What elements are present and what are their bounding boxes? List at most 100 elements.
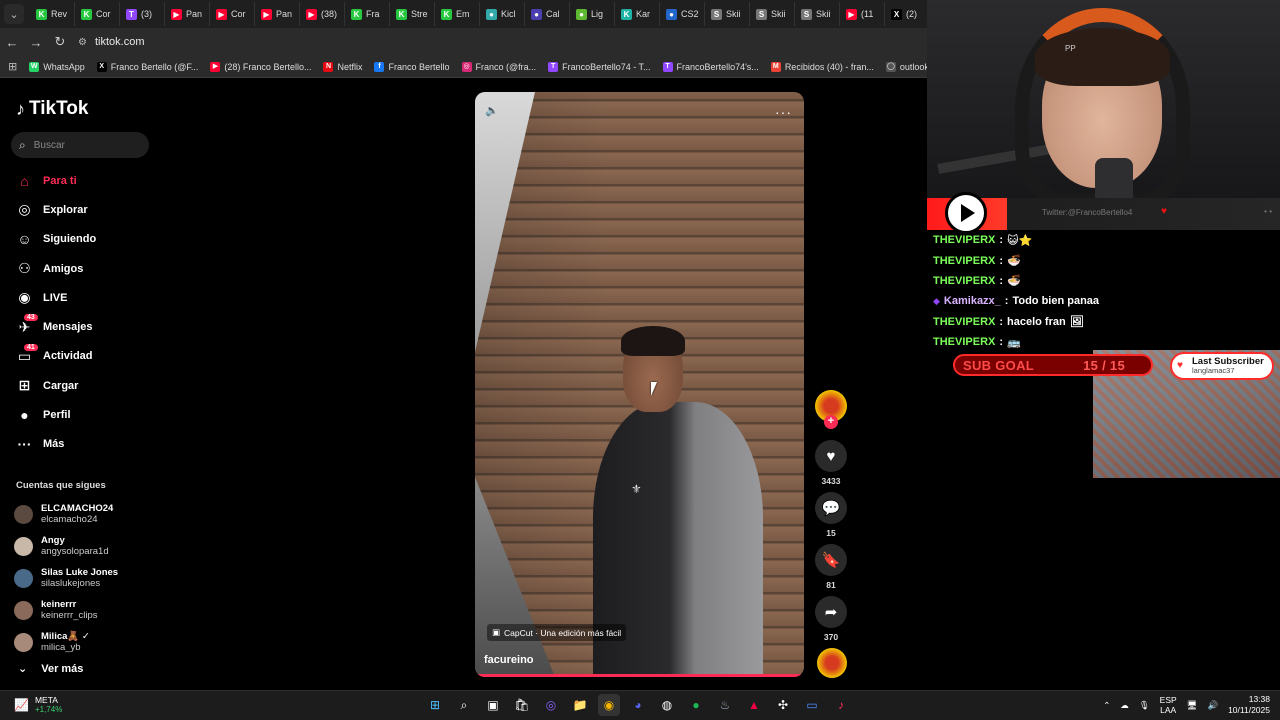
task-view-icon[interactable]: ▣ — [482, 694, 504, 716]
spotify-icon[interactable]: ● — [685, 694, 707, 716]
browser-tab[interactable]: K Cor — [75, 2, 120, 26]
file-explorer-icon[interactable]: 📁 — [569, 694, 591, 716]
site-info-icon[interactable]: ⚙ — [78, 37, 87, 48]
see-more-button[interactable]: ⌄ Ver más — [18, 662, 83, 676]
reload-icon[interactable]: ↻ — [48, 30, 72, 54]
sidebar-item-para-ti[interactable]: ⌂ Para ti — [0, 166, 160, 195]
store-icon[interactable]: 🛍 — [511, 694, 533, 716]
notification-badge: 43 — [24, 314, 38, 322]
video-author[interactable]: facureino — [484, 654, 534, 666]
tab-search-chevron-icon[interactable]: ⌄ — [4, 4, 24, 24]
browser-tab[interactable]: K Kar — [615, 2, 660, 26]
apps-grid-icon[interactable]: ⊞ — [8, 60, 17, 73]
browser-tab[interactable]: S Skii — [795, 2, 840, 26]
tab-title: (2) — [906, 9, 917, 19]
browser-tab[interactable]: ▶ Pan — [255, 2, 300, 26]
share-icon[interactable]: ➦ — [815, 596, 847, 628]
browser-tab[interactable]: ▶ Pan — [165, 2, 210, 26]
bookmark-item[interactable]: ▶ (28) Franco Bertello... — [210, 61, 311, 72]
language-indicator[interactable]: ESP LAA — [1160, 695, 1177, 715]
search-icon[interactable]: ⌕ — [453, 694, 475, 716]
back-arrow-icon[interactable]: ← — [0, 30, 24, 54]
tab-favicon-icon: ● — [576, 8, 587, 20]
bookmark-item[interactable]: f Franco Bertello — [374, 61, 450, 72]
followed-account[interactable]: ELCAMACHO24 elcamacho24 — [14, 498, 160, 530]
discord-icon[interactable]: ◕ — [627, 694, 649, 716]
more-options-icon[interactable]: ··· — [775, 104, 792, 120]
nav-icon: ··· — [17, 436, 32, 453]
bookmark-icon[interactable]: 🔖 — [815, 544, 847, 576]
headset-logo-text: PP — [1065, 44, 1076, 53]
tiktok-app-icon[interactable]: ♪ — [830, 694, 852, 716]
bookmark-item[interactable]: ◎ Franco (@fra... — [461, 61, 536, 72]
browser-tab[interactable]: ● Kicl — [480, 2, 525, 26]
browser-tab[interactable]: ● Cal — [525, 2, 570, 26]
app-puzzle-icon[interactable]: ✣ — [772, 694, 794, 716]
bookmark-item[interactable]: M Recibidos (40) - fran... — [770, 61, 874, 72]
browser-tab[interactable]: ● CS2 — [660, 2, 705, 26]
windows-start-icon[interactable]: ⊞ — [424, 694, 446, 716]
microphone-icon[interactable]: 🎙 — [1139, 700, 1150, 711]
chrome-icon[interactable]: ◉ — [598, 694, 620, 716]
bookmark-item[interactable]: T FrancoBertello74's... — [662, 61, 759, 72]
sidebar-item-cargar[interactable]: ⊞ Cargar — [0, 371, 160, 400]
sidebar-item-amigos[interactable]: ⚇ Amigos — [0, 254, 160, 283]
volume-icon[interactable]: 🔊 — [1207, 700, 1218, 711]
video-progress-bar[interactable] — [475, 674, 804, 677]
browser-tab[interactable]: K Fra — [345, 2, 390, 26]
creator-avatar[interactable]: + — [815, 390, 847, 429]
browser-tab[interactable]: S Skii — [750, 2, 795, 26]
bookmark-item[interactable]: ◯ outlook — [885, 61, 927, 72]
tray-chevron-up-icon[interactable]: ⌃ — [1103, 700, 1110, 711]
browser-tab[interactable]: K Stre — [390, 2, 435, 26]
followed-account[interactable]: Angy angysolopara1d — [14, 530, 160, 562]
forward-arrow-icon[interactable]: → — [24, 30, 48, 54]
stock-widget[interactable]: 📈 META +1,74% — [14, 695, 62, 715]
sidebar-item-perfil[interactable]: ● Perfil — [0, 400, 160, 429]
chat-separator: : — [999, 234, 1004, 247]
tab-title: Cor — [96, 9, 111, 19]
follow-plus-icon[interactable]: + — [824, 415, 838, 429]
bookmark-item[interactable]: X Franco Bertello (@F... — [96, 61, 198, 72]
steam-icon[interactable]: ♨ — [714, 694, 736, 716]
url-field[interactable]: ⚙ tiktok.com — [78, 31, 918, 53]
cloud-icon[interactable]: ☁ — [1120, 700, 1129, 711]
followed-account[interactable]: Silas Luke Jones silaslukejones — [14, 562, 160, 594]
browser-tab[interactable]: K Rev — [30, 2, 75, 26]
search-input[interactable]: ⌕ Buscar — [11, 132, 149, 158]
bookmark-item[interactable]: N Netflix — [323, 61, 362, 72]
sidebar-item-siguiendo[interactable]: ☺ Siguiendo — [0, 225, 160, 254]
sidebar-item-label: Amigos — [43, 262, 84, 275]
video-player[interactable]: ⚜ 🔈 ··· ▣ CapCut · Una edición más fácil… — [475, 92, 804, 677]
sidebar-item-actividad[interactable]: ▭ Actividad 41 — [0, 342, 160, 371]
tiktok-logo[interactable]: ♪ TikTok — [16, 98, 88, 120]
browser-tab[interactable]: ● Lig — [570, 2, 615, 26]
volume-icon[interactable]: 🔈 — [485, 104, 499, 117]
browser-tab[interactable]: ▶ Cor — [210, 2, 255, 26]
clock[interactable]: 13:38 10/11/2025 — [1228, 694, 1270, 716]
network-icon[interactable]: 🖥 — [1187, 700, 1198, 711]
followed-account[interactable]: Milica🧸 ✓ milica_yb — [14, 626, 160, 658]
comment-icon[interactable]: 💬 — [815, 492, 847, 524]
sidebar-item-mensajes[interactable]: ✈ Mensajes 43 — [0, 312, 160, 341]
bookmark-item[interactable]: T FrancoBertello74 - T... — [548, 61, 651, 72]
obs-icon[interactable]: ◍ — [656, 694, 678, 716]
sidebar-item-m-s[interactable]: ··· Más — [0, 430, 160, 459]
music-disc-icon[interactable] — [817, 648, 847, 678]
cortana-icon[interactable]: ◎ — [540, 694, 562, 716]
browser-tab[interactable]: T (3) — [120, 2, 165, 26]
browser-tab[interactable]: S Skii — [705, 2, 750, 26]
heart-icon[interactable]: ♥ — [815, 440, 847, 472]
sidebar-item-live[interactable]: ◉ LIVE — [0, 283, 160, 312]
capcut-tag[interactable]: ▣ CapCut · Una edición más fácil — [487, 624, 627, 641]
sidebar-item-explorar[interactable]: ◎ Explorar — [0, 195, 160, 224]
tab-favicon-icon: ▶ — [261, 8, 272, 20]
followed-account[interactable]: keinerrr keinerrr_clips — [14, 594, 160, 626]
browser-tab[interactable]: ▶ (11 — [840, 2, 885, 26]
browser-tab[interactable]: K Em — [435, 2, 480, 26]
app-triangle-icon[interactable]: ▲ — [743, 694, 765, 716]
browser-tab[interactable]: ▶ (38) — [300, 2, 345, 26]
app-window-icon[interactable]: ▭ — [801, 694, 823, 716]
bookmark-item[interactable]: W WhatsApp — [29, 61, 85, 72]
browser-tab[interactable]: X (2) — [885, 2, 927, 26]
